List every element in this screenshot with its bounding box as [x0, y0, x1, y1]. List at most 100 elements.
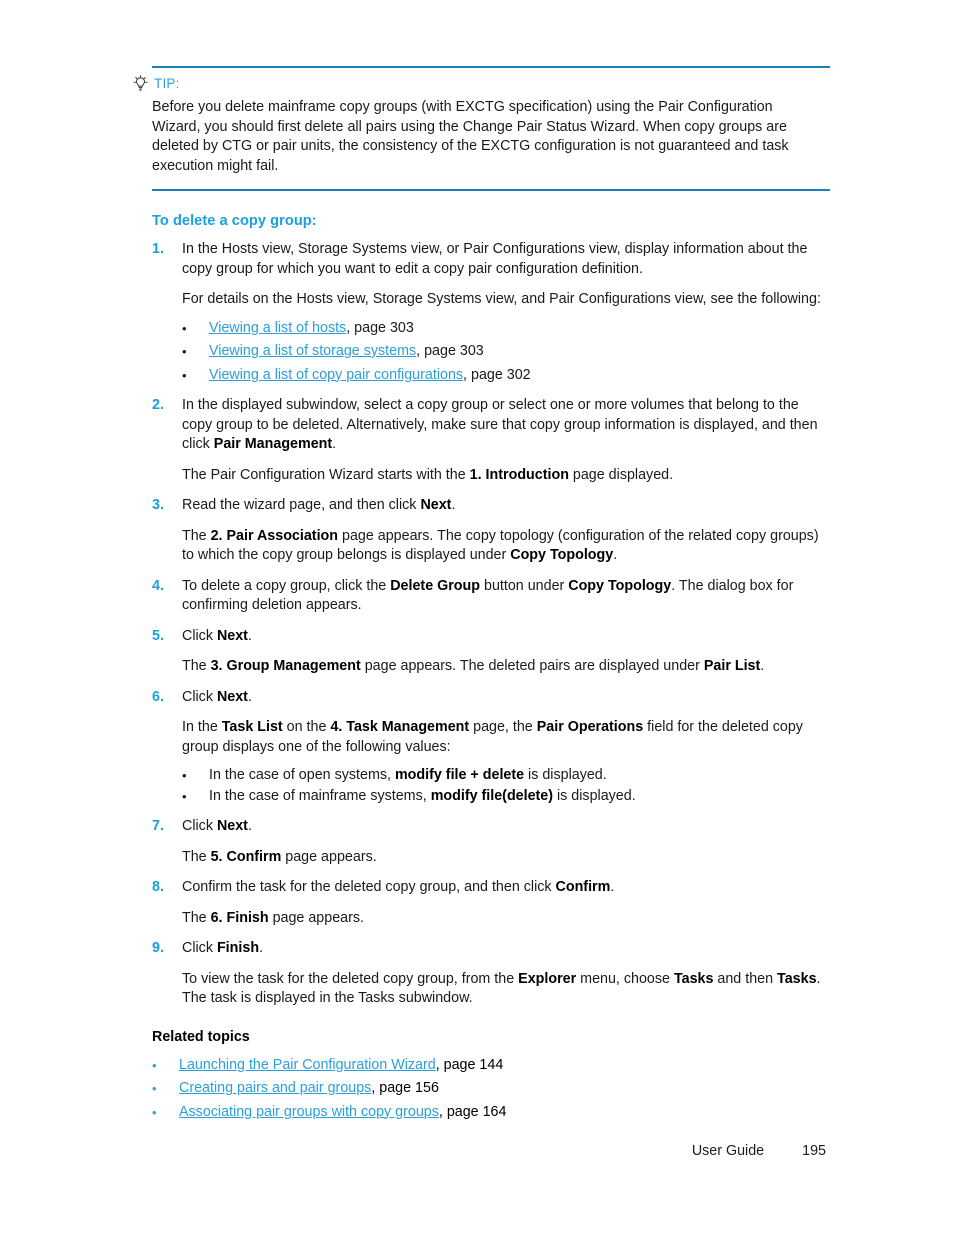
cross-reference-page: , page 302 [463, 366, 531, 383]
footer-document-title: User Guide [691, 1143, 765, 1159]
step-item: 5. Click Next. The 3. Group Management p… [152, 627, 830, 677]
step-body: Read the wizard page, and then click Nex… [182, 496, 830, 566]
list-item: • Viewing a list of storage systems, pag… [182, 342, 830, 362]
cross-reference-link[interactable]: Viewing a list of storage systems [209, 343, 416, 359]
bullet-icon: • [182, 320, 187, 336]
bullet-icon: • [182, 367, 187, 383]
text-run: page displayed. [568, 466, 674, 483]
text-run: The [182, 527, 211, 544]
ui-label-bold: Next [216, 818, 248, 834]
step-body: Click Next. The 5. Confirm page appears. [182, 817, 830, 867]
cross-reference-link[interactable]: Associating pair groups with copy groups [179, 1104, 439, 1120]
text-run: is displayed. [524, 767, 607, 783]
step-number: 3. [152, 497, 164, 513]
bullet-icon: • [152, 1057, 157, 1073]
text-run: page, the [469, 719, 537, 735]
ui-label-bold: Next [216, 688, 248, 705]
ui-label-bold: Delete Group [390, 577, 481, 594]
cross-reference-link[interactable]: Viewing a list of hosts [209, 320, 346, 336]
list-item-text: Launching the Pair Configuration Wizard,… [179, 1054, 503, 1078]
step-body: To delete a copy group, click the Delete… [182, 577, 830, 616]
step-item: 7. Click Next. The 5. Confirm page appea… [152, 817, 830, 867]
text-run: The [182, 848, 211, 865]
page-content: TIP: Before you delete mainframe copy gr… [133, 66, 830, 1125]
text-run: . [247, 688, 252, 705]
cross-reference-list: • Viewing a list of hosts, page 303 • Vi… [182, 319, 830, 386]
step-body: Click Next. The 3. Group Management page… [182, 627, 830, 677]
document-page: TIP: Before you delete mainframe copy gr… [0, 0, 954, 1235]
ui-label-bold: Next [216, 627, 248, 644]
text-run: and then [713, 970, 778, 987]
text-run: The Pair Configuration Wizard starts wit… [182, 466, 470, 483]
step-paragraph: The 5. Confirm page appears. [182, 848, 830, 868]
ui-label-bold: Task List [221, 719, 283, 735]
ui-label-bold: 3. Group Management [210, 658, 361, 674]
text-run: . [247, 818, 252, 834]
step-item: 6. Click Next. In the Task List on the 4… [152, 688, 830, 807]
page-footer: User Guide 195 [0, 1143, 954, 1159]
text-run: To view the task for the deleted copy gr… [182, 970, 519, 987]
text-run: . [247, 627, 252, 644]
step-paragraph: The 6. Finish page appears. [182, 909, 830, 929]
lightbulb-tip-icon [133, 75, 148, 92]
section-heading: To delete a copy group: [152, 213, 317, 229]
list-item: • Viewing a list of hosts, page 303 [182, 319, 830, 339]
step-item: 8. Confirm the task for the deleted copy… [152, 878, 830, 928]
value-list: • In the case of open systems, modify fi… [182, 766, 830, 806]
step-number: 4. [152, 577, 164, 594]
list-item: • In the case of mainframe systems, modi… [182, 787, 830, 807]
tip-note-bottom-rule [152, 189, 830, 191]
step-body: Click Finish. To view the task for the d… [182, 939, 830, 1009]
step-paragraph: In the displayed subwindow, select a cop… [182, 396, 830, 455]
step-paragraph: The 2. Pair Association page appears. Th… [182, 527, 830, 566]
related-topics-list: • Launching the Pair Configuration Wizar… [152, 1054, 830, 1125]
step-paragraph: In the Task List on the 4. Task Manageme… [182, 718, 830, 757]
text-run: . [610, 879, 615, 895]
text-run: Click [182, 688, 217, 705]
step-paragraph: To view the task for the deleted copy gr… [182, 970, 830, 1009]
text-run: Click [182, 818, 217, 834]
bullet-icon: • [182, 768, 187, 783]
step-paragraph: In the Hosts view, Storage Systems view,… [182, 241, 808, 277]
step-number: 2. [152, 397, 164, 413]
step-paragraph: Read the wizard page, and then click Nex… [182, 496, 830, 516]
list-item-text: In the case of mainframe systems, modify… [209, 787, 636, 807]
list-item: • Associating pair groups with copy grou… [152, 1101, 830, 1125]
ui-label-bold: Copy Topology [568, 577, 672, 594]
ui-label-bold: Pair Operations [536, 719, 644, 735]
cross-reference-page: , page 164 [438, 1103, 507, 1120]
step-number: 8. [152, 879, 164, 895]
step-body: Click Next. In the Task List on the 4. T… [182, 688, 830, 807]
step-item: 9. Click Finish. To view the task for th… [152, 939, 830, 1009]
text-run: page appears. [281, 848, 377, 865]
bullet-icon: • [152, 1104, 157, 1120]
ui-label-bold: 1. Introduction [469, 466, 569, 483]
text-run: . [760, 658, 765, 674]
text-run: Confirm the task for the deleted copy gr… [182, 879, 556, 895]
step-item: 4. To delete a copy group, click the Del… [152, 577, 830, 616]
tip-note-top-rule [152, 66, 830, 68]
related-topics-heading: Related topics [152, 1028, 250, 1045]
step-number: 6. [152, 688, 164, 705]
ui-label-bold: Confirm [555, 879, 611, 895]
list-item-text: Viewing a list of copy pair configuratio… [209, 366, 531, 386]
text-run: page appears. The deleted pairs are disp… [360, 658, 704, 674]
cross-reference-link[interactable]: Viewing a list of copy pair configuratio… [209, 367, 463, 383]
cross-reference-link[interactable]: Launching the Pair Configuration Wizard [179, 1057, 436, 1073]
ui-label-bold: Copy Topology [510, 547, 614, 563]
cross-reference-link[interactable]: Creating pairs and pair groups [179, 1080, 371, 1096]
tip-note: TIP: Before you delete mainframe copy gr… [133, 66, 830, 191]
step-paragraph: Click Finish. [182, 939, 830, 959]
ui-label-bold: 6. Finish [210, 909, 269, 926]
step-paragraph: Confirm the task for the deleted copy gr… [182, 878, 830, 898]
tip-note-body: Before you delete mainframe copy groups … [152, 99, 789, 174]
procedure-step-list: 1. In the Hosts view, Storage Systems vi… [152, 240, 830, 1009]
bullet-icon: • [182, 344, 187, 359]
ui-label-bold: Finish [216, 940, 260, 956]
step-number: 5. [152, 627, 164, 644]
value-bold: modify file(delete) [430, 787, 554, 804]
step-paragraph: For details on the Hosts view, Storage S… [182, 291, 821, 307]
step-paragraph: Click Next. [182, 817, 830, 837]
text-run: Click [182, 940, 217, 956]
text-run: The [182, 658, 211, 674]
